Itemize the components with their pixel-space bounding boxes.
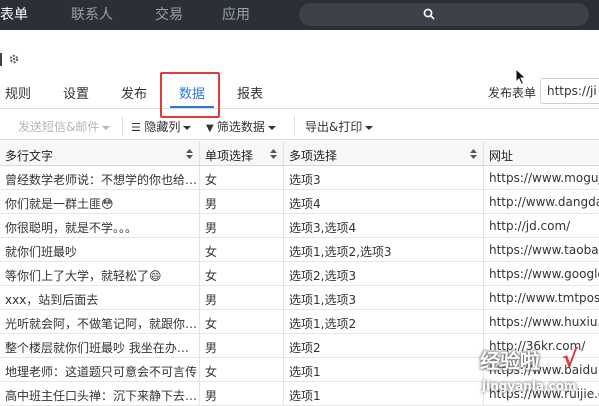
cell-single-choice[interactable]: 男	[200, 334, 284, 357]
filter-icon: ▼	[206, 123, 217, 134]
cell-multi-choice[interactable]: 选项3,选项4	[284, 214, 484, 237]
cell-url[interactable]: http://www.dangdan	[484, 190, 599, 213]
nav-item-contacts[interactable]: 联系人	[71, 4, 113, 24]
cell-multi-choice[interactable]: 选项2	[284, 334, 484, 357]
column-header-multi-choice[interactable]: 多项选择	[284, 141, 484, 165]
table-row[interactable]: 就你们班最吵 女 选项1,选项2,选项3 https://www.taobac	[0, 238, 599, 262]
cell-multiline-text[interactable]: 光听就会阿，不做笔记阿，就跟你…	[0, 310, 200, 333]
check-icon: √	[562, 345, 579, 373]
cell-multi-choice[interactable]: 选项1	[284, 358, 484, 381]
filter-data-label: 筛选数据	[216, 120, 265, 134]
cell-multiline-text[interactable]: 高中班主任口头禅：沉下来静下去…	[0, 382, 200, 405]
tab-publish[interactable]: 发布	[121, 83, 147, 102]
publish-url-field[interactable]: https://ji	[540, 78, 599, 104]
cell-url[interactable]: https://www.moguji	[484, 166, 599, 189]
nav-item-deals[interactable]: 交易	[155, 4, 183, 24]
export-print-label: 导出&打印	[305, 120, 363, 134]
toolbar-divider	[122, 116, 123, 136]
sort-icon[interactable]	[186, 149, 193, 159]
search-icon	[423, 8, 435, 20]
watermark-url: jingyanla.com	[482, 379, 577, 393]
cell-multiline-text[interactable]: 整个楼层就你们班最吵 我坐在办…	[0, 334, 200, 357]
hide-columns-button[interactable]: ☰ 隐藏列	[131, 118, 192, 135]
nav-item-apps[interactable]: 应用	[222, 4, 250, 24]
column-header-label: 单项选择	[205, 149, 254, 163]
cell-multi-choice[interactable]: 选项1,选项2	[284, 310, 484, 333]
cell-multiline-text[interactable]: 曾经数学老师说：不想学的你也给…	[0, 166, 200, 189]
cell-single-choice[interactable]: 女	[200, 358, 284, 381]
data-toolbar: 发送短信&邮件 ☰ 隐藏列 ▼ 筛选数据 导出&打印	[0, 112, 599, 140]
tab-rules[interactable]: 规则	[5, 83, 31, 102]
cell-multiline-text[interactable]: 你们就是一群土匪😳	[0, 190, 200, 213]
column-header-url[interactable]: 网址	[484, 141, 599, 165]
cell-url[interactable]: https://www.huxiu.	[484, 310, 599, 333]
cell-multiline-text[interactable]: xxx，站到后面去	[0, 286, 200, 309]
cell-multiline-text[interactable]: 你很聪明，就是不学。。。	[0, 214, 200, 237]
cell-multiline-text[interactable]: 地理老师：这道题只可意会不可言传	[0, 358, 200, 381]
mouse-cursor-icon	[515, 68, 527, 86]
export-print-button[interactable]: 导出&打印	[305, 118, 374, 135]
table-row[interactable]: 你们就是一群土匪😳 男 选项4 http://www.dangdan	[0, 190, 599, 214]
cell-url[interactable]: http://www.tmtpost	[484, 286, 599, 309]
watermark: 经验啦 √ jingyanla.com	[476, 345, 596, 401]
cell-multi-choice[interactable]: 选项2,选项3	[284, 262, 484, 285]
column-header-single-choice[interactable]: 单项选择	[200, 141, 284, 165]
cell-single-choice[interactable]: 男	[200, 286, 284, 309]
table-row[interactable]: 曾经数学老师说：不想学的你也给… 女 选项3 https://www.moguj…	[0, 166, 599, 190]
table-row[interactable]: xxx，站到后面去 男 选项1,选项3 http://www.tmtpost	[0, 286, 599, 310]
gear-icon[interactable]	[8, 53, 20, 65]
title-bar-marker	[0, 53, 2, 66]
chevron-down-icon	[365, 125, 374, 130]
cell-multiline-text[interactable]: 就你们班最吵	[0, 238, 200, 261]
nav-item-forms[interactable]: 表单	[0, 4, 28, 24]
cell-multi-choice[interactable]: 选项3	[284, 166, 484, 189]
table-header-row: 多行文字 单项选择 多项选择 网址	[0, 141, 599, 166]
top-navigation-bar: 表单 联系人 交易 应用	[0, 0, 599, 30]
cell-single-choice[interactable]: 女	[200, 262, 284, 285]
search-input[interactable]	[299, 3, 589, 26]
table-row[interactable]: 光听就会阿，不做笔记阿，就跟你… 女 选项1,选项2 https://www.h…	[0, 310, 599, 334]
cell-single-choice[interactable]: 男	[200, 214, 284, 237]
chevron-down-icon	[183, 125, 192, 130]
cell-multi-choice[interactable]: 选项1,选项3	[284, 286, 484, 309]
cell-multiline-text[interactable]: 等你们上了大学，就轻松了😄	[0, 262, 200, 285]
filter-data-button[interactable]: ▼ 筛选数据	[206, 118, 276, 135]
cell-single-choice[interactable]: 女	[200, 238, 284, 261]
sort-icon[interactable]	[470, 149, 477, 159]
list-icon: ☰	[131, 121, 145, 134]
cell-multi-choice[interactable]: 选项4	[284, 190, 484, 213]
column-header-label: 网址	[489, 149, 514, 163]
column-header-label: 多行文字	[5, 149, 54, 163]
send-sms-email-button[interactable]: 发送短信&邮件	[18, 118, 111, 135]
table-row[interactable]: 等你们上了大学，就轻松了😄 女 选项2,选项3 https://www.goog…	[0, 262, 599, 286]
sort-icon[interactable]	[270, 149, 277, 159]
cell-multi-choice[interactable]: 选项1	[284, 382, 484, 405]
cell-single-choice[interactable]: 女	[200, 310, 284, 333]
chevron-down-icon	[102, 125, 111, 130]
send-sms-email-label: 发送短信&邮件	[18, 120, 100, 134]
cell-single-choice[interactable]: 女	[200, 166, 284, 189]
tab-reports[interactable]: 报表	[237, 83, 263, 102]
toolbar-divider	[294, 116, 295, 136]
chevron-down-icon	[267, 125, 276, 130]
form-title-area	[0, 50, 40, 70]
hide-columns-label: 隐藏列	[144, 120, 181, 134]
watermark-text: 经验啦	[480, 349, 540, 373]
cell-url[interactable]: http://jd.com/	[484, 214, 599, 237]
column-header-label: 多项选择	[289, 149, 338, 163]
column-header-multiline-text[interactable]: 多行文字	[0, 141, 200, 165]
table-row[interactable]: 你很聪明，就是不学。。。 男 选项3,选项4 http://jd.com/	[0, 214, 599, 238]
tab-settings[interactable]: 设置	[63, 83, 89, 102]
cell-multi-choice[interactable]: 选项1,选项2,选项3	[284, 238, 484, 261]
cell-single-choice[interactable]: 男	[200, 382, 284, 405]
cell-url[interactable]: https://www.taobac	[484, 238, 599, 261]
cell-single-choice[interactable]: 男	[200, 190, 284, 213]
cell-url[interactable]: https://www.google	[484, 262, 599, 285]
publish-form-label: 发布表单	[488, 86, 537, 100]
